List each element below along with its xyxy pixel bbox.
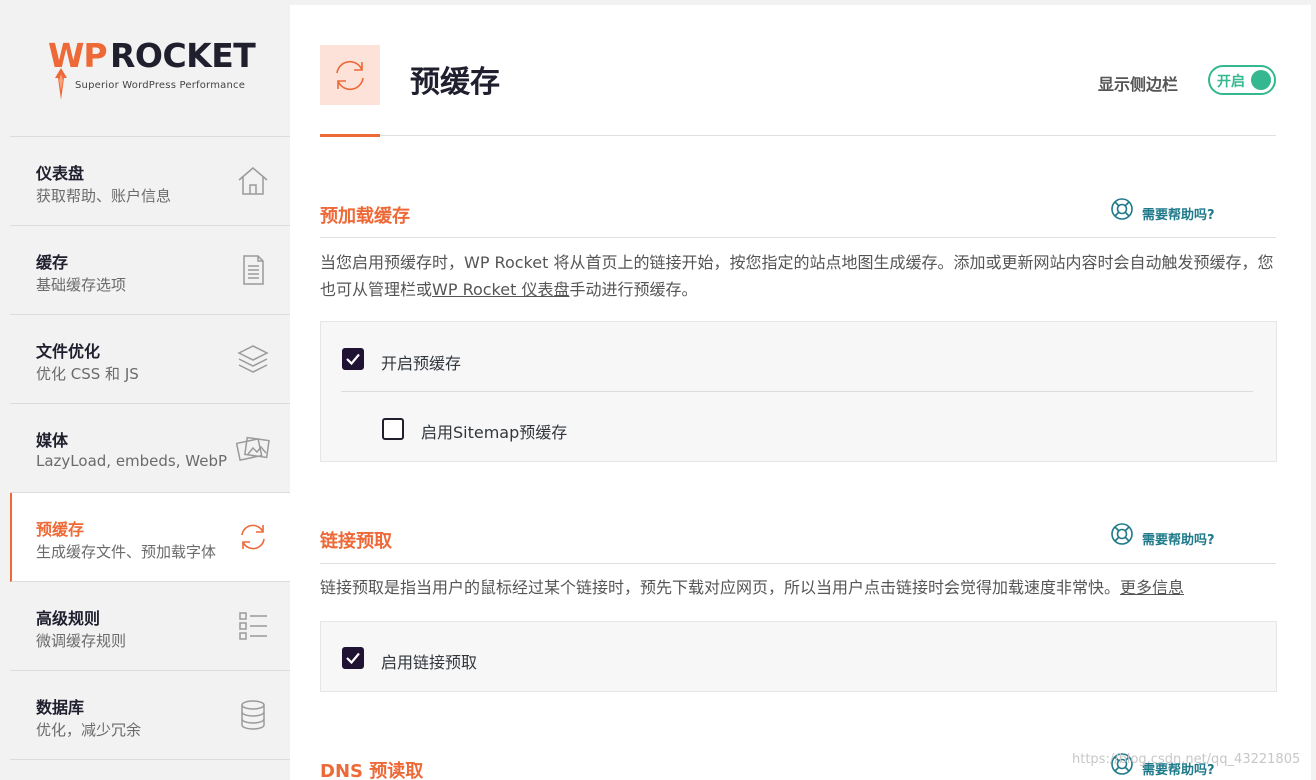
header-divider	[320, 135, 1276, 136]
sidebar-item-media[interactable]: 媒体 LazyLoad, embeds, WebP	[10, 404, 290, 493]
sidebar-item-dashboard[interactable]: 仪表盘 获取帮助、账户信息	[10, 137, 290, 226]
sidebar-item-title: 媒体	[36, 431, 69, 450]
lifebuoy-icon	[1111, 198, 1133, 220]
section-title-dns: DNS 预读取	[320, 761, 424, 780]
enable-prefetch-label[interactable]: 启用链接预取	[381, 649, 477, 673]
watermark-text: https://blog.csdn.net/qq_43221805	[1072, 752, 1301, 767]
home-icon	[238, 167, 268, 195]
show-sidebar-toggle[interactable]: 开启	[1208, 65, 1276, 95]
sidebar-item-title: 缓存	[36, 253, 69, 272]
sidebar-item-cache[interactable]: 缓存 基础缓存选项	[10, 226, 290, 315]
description-text: 手动进行预缓存。	[569, 280, 698, 299]
refresh-icon	[336, 60, 364, 91]
layers-icon	[237, 345, 269, 373]
options-divider	[341, 391, 1253, 392]
help-link-preload[interactable]: 需要帮助吗?	[1111, 198, 1215, 223]
enable-preload-label[interactable]: 开启预缓存	[381, 350, 461, 374]
sidebar-item-advanced-rules[interactable]: 高级规则 微调缓存规则	[10, 582, 290, 671]
sidebar-item-subtitle: 获取帮助、账户信息	[36, 187, 172, 205]
section-description-preload: 当您启用预缓存时，WP Rocket 将从首页上的链接开始，按您指定的站点地图生…	[320, 249, 1280, 303]
refresh-icon	[241, 524, 265, 550]
description-text: 链接预取是指当用户的鼠标经过某个链接时，预先下载对应网页，所以当用户点击链接时会…	[320, 578, 1121, 597]
check-icon	[346, 353, 360, 366]
section-title-prefetch: 链接预取	[320, 531, 392, 552]
sidebar-item-file-optimization[interactable]: 文件优化 优化 CSS 和 JS	[10, 315, 290, 404]
header-icon-box	[320, 45, 380, 105]
help-link-text: 需要帮助吗?	[1142, 208, 1215, 223]
images-icon	[236, 436, 270, 461]
sidebar-item-subtitle: 微调缓存规则	[36, 632, 127, 650]
more-info-link[interactable]: 更多信息	[1120, 578, 1184, 597]
section-divider	[320, 563, 1276, 564]
sidebar-item-title: 文件优化	[36, 342, 101, 361]
sitemap-preload-checkbox[interactable]	[382, 418, 404, 440]
sidebar-item-title: 预缓存	[36, 520, 85, 539]
header-accent-bar	[320, 134, 380, 137]
database-icon	[241, 700, 265, 730]
help-link-prefetch[interactable]: 需要帮助吗?	[1111, 523, 1215, 548]
sidebar-item-subtitle: LazyLoad, embeds, WebP	[36, 452, 228, 470]
lifebuoy-icon	[1111, 523, 1133, 545]
section-divider	[320, 237, 1276, 238]
sidebar-item-database[interactable]: 数据库 优化，减少冗余	[10, 671, 290, 760]
section-title-preload: 预加载缓存	[320, 206, 410, 227]
sitemap-preload-label[interactable]: 启用Sitemap预缓存	[421, 419, 567, 443]
sidebar-item-subtitle: 优化 CSS 和 JS	[36, 365, 139, 383]
rocket-flame-icon	[55, 68, 67, 100]
page-title: 预缓存	[410, 65, 500, 100]
options-box-prefetch: 启用链接预取	[320, 621, 1277, 692]
sidebar-item-preload[interactable]: 预缓存 生成缓存文件、预加载字体	[10, 493, 290, 582]
sidebar: WP ROCKET Superior WordPress Performance…	[0, 0, 290, 780]
sidebar-item-subtitle: 基础缓存选项	[36, 276, 127, 294]
sidebar-item-title: 高级规则	[36, 609, 101, 628]
sidebar-item-title: 仪表盘	[36, 164, 85, 183]
show-sidebar-label: 显示侧边栏	[1098, 75, 1179, 94]
logo-rocket-text: ROCKET	[110, 36, 256, 75]
toggle-text: 开启	[1217, 74, 1245, 90]
sidebar-nav: 仪表盘 获取帮助、账户信息 缓存 基础缓存选项 文件优化 优化 CSS 和 JS…	[10, 136, 290, 760]
enable-preload-checkbox[interactable]	[342, 348, 364, 370]
options-box-preload: 开启预缓存 启用Sitemap预缓存	[320, 321, 1277, 462]
rules-list-icon	[239, 612, 267, 640]
sidebar-item-subtitle: 优化，减少冗余	[36, 721, 142, 739]
logo-tagline: Superior WordPress Performance	[75, 80, 246, 91]
sidebar-item-title: 数据库	[36, 698, 85, 717]
enable-prefetch-checkbox[interactable]	[342, 647, 364, 669]
help-link-text: 需要帮助吗?	[1142, 533, 1215, 548]
main-panel: 预缓存 显示侧边栏 开启 预加载缓存 需要帮助吗? 当您启用预缓存时，WP Ro…	[290, 5, 1311, 780]
toggle-knob	[1251, 70, 1271, 90]
logo[interactable]: WP ROCKET Superior WordPress Performance	[0, 0, 290, 136]
section-description-prefetch: 链接预取是指当用户的鼠标经过某个链接时，预先下载对应网页，所以当用户点击链接时会…	[320, 574, 1280, 601]
check-icon	[346, 652, 360, 665]
file-icon	[243, 255, 264, 285]
wp-rocket-dashboard-link[interactable]: WP Rocket 仪表盘	[432, 280, 569, 299]
sidebar-item-subtitle: 生成缓存文件、预加载字体	[36, 543, 217, 561]
